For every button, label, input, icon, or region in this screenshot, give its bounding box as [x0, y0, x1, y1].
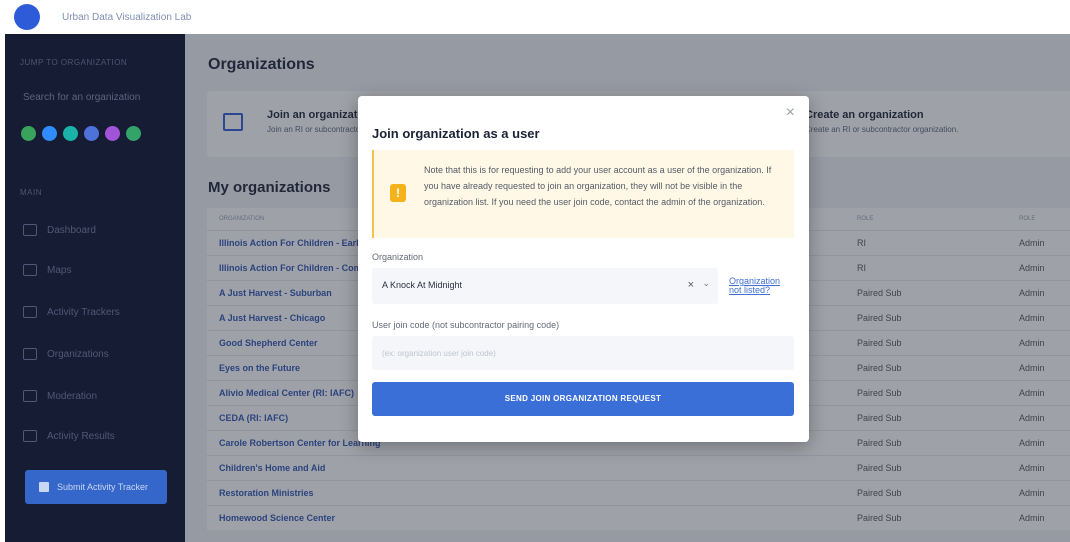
warning-icon: ! [390, 184, 406, 202]
brand-name: Urban Data Visualization Lab [62, 12, 192, 23]
organization-select-value: A Knock At Midnight [382, 280, 463, 290]
sidebar-item-label: Organizations [47, 348, 109, 360]
org-avatar-icon[interactable] [126, 126, 141, 141]
sidebar-item-label: Maps [47, 264, 72, 276]
sidebar-item-organizations[interactable]: Organizations [23, 348, 109, 360]
warning-notice: ! Note that this is for requesting to ad… [372, 150, 794, 238]
sidebar-item-moderation[interactable]: Moderation [23, 390, 97, 402]
sidebar-item-label: Dashboard [47, 224, 96, 236]
submit-icon [39, 482, 49, 492]
org-avatar-icon[interactable] [21, 126, 36, 141]
map-icon [23, 264, 37, 276]
submit-activity-tracker-button[interactable]: Submit Activity Tracker [25, 470, 167, 504]
org-avatar-icon[interactable] [105, 126, 120, 141]
bar-chart-icon [23, 306, 37, 318]
sidebar-item-dashboard[interactable]: Dashboard [23, 224, 96, 236]
sidebar-item-maps[interactable]: Maps [23, 264, 71, 276]
organization-select[interactable]: A Knock At Midnight × ⌄ [372, 268, 718, 304]
jump-to-org-label: JUMP TO ORGANIZATION [20, 58, 128, 67]
sidebar: JUMP TO ORGANIZATION Search for an organ… [5, 34, 185, 542]
org-avatar-icon[interactable] [63, 126, 78, 141]
join-code-field-label: User join code (not subcontractor pairin… [372, 320, 560, 330]
send-join-request-button[interactable]: SEND JOIN ORGANIZATION REQUEST [372, 382, 794, 416]
close-icon[interactable]: × [786, 104, 795, 122]
sidebar-item-label: Activity Trackers [47, 306, 120, 318]
users-icon [23, 348, 37, 360]
org-avatar-icon[interactable] [84, 126, 99, 141]
modal-title: Join organization as a user [372, 126, 540, 141]
organization-field-label: Organization [372, 252, 424, 262]
sidebar-item-activity-results[interactable]: Activity Results [23, 430, 115, 442]
org-quick-switch [21, 126, 141, 141]
submit-label: Submit Activity Tracker [57, 482, 149, 492]
clear-icon[interactable]: × [688, 279, 694, 291]
top-bar: Urban Data Visualization Lab [0, 0, 1070, 34]
join-code-input[interactable] [372, 336, 794, 370]
table-icon [23, 430, 37, 442]
sidebar-item-activity-trackers[interactable]: Activity Trackers [23, 306, 120, 318]
sidebar-item-label: Activity Results [47, 430, 115, 442]
org-search-input[interactable]: Search for an organization [23, 92, 140, 103]
chevron-down-icon[interactable]: ⌄ [702, 278, 710, 289]
main-section-label: MAIN [20, 188, 42, 197]
brand-logo[interactable] [14, 4, 40, 30]
org-avatar-icon[interactable] [42, 126, 57, 141]
home-icon [23, 224, 37, 236]
notice-text: Note that this is for requesting to add … [424, 165, 772, 207]
sidebar-item-label: Moderation [47, 390, 98, 402]
organization-not-listed-link[interactable]: Organization not listed? [729, 277, 789, 295]
document-icon [23, 390, 37, 402]
join-organization-modal: × Join organization as a user ! Note tha… [358, 96, 809, 442]
